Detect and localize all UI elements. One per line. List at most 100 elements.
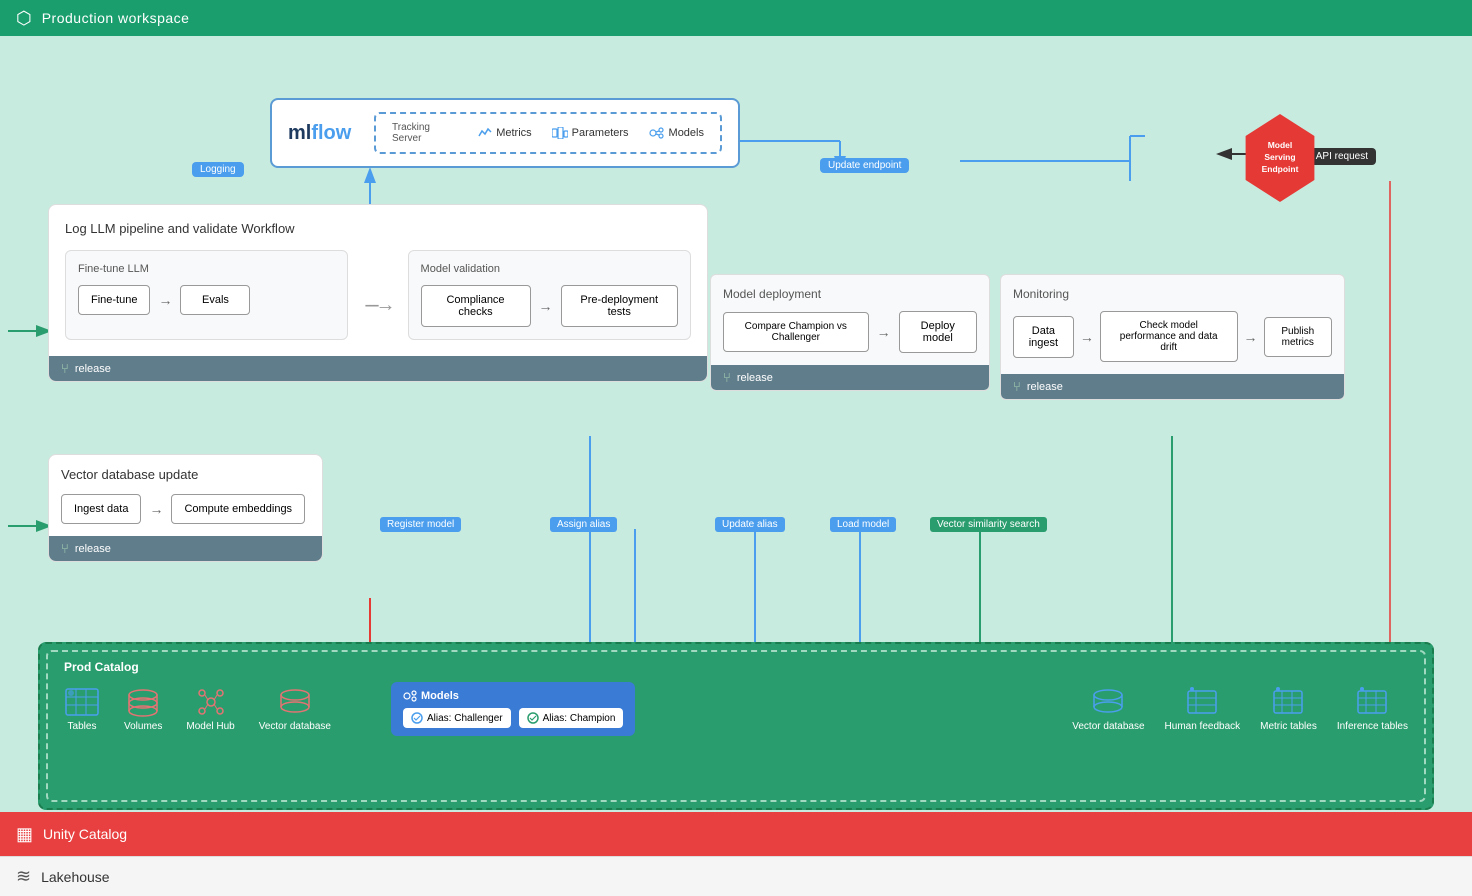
parameters-icon (552, 127, 568, 139)
deploy-release-icon: ⑂ (723, 370, 731, 385)
lakehouse-title: Lakehouse (41, 869, 110, 885)
deployment-content: Compare Champion vs Challenger → Deploy … (723, 311, 977, 353)
models-box-icon (403, 690, 417, 702)
challenger-icon (411, 712, 423, 724)
vector-release-label: release (75, 543, 111, 555)
deploy-model-box: Deploy model (899, 311, 977, 353)
fine-tune-content: Fine-tune → Evals (78, 285, 335, 315)
mlflow-tracking: Tracking Server Metrics Parameters Model… (374, 112, 722, 154)
monitoring-release-label: release (1027, 381, 1063, 393)
monitoring-title: Monitoring (1013, 287, 1332, 301)
update-alias-tag: Update alias (715, 516, 785, 530)
prod-catalog-container: Prod Catalog Tables (38, 642, 1434, 810)
workflow-panels: Fine-tune LLM Fine-tune → Evals - - -→ M… (65, 250, 691, 340)
workflow-release-bar: ⑂ release (49, 356, 707, 381)
deployment-body: Model deployment Compare Champion vs Cha… (711, 275, 989, 365)
logging-badge: Logging (192, 162, 244, 177)
mlflow-container: mlflow Tracking Server Metrics Parameter… (270, 98, 740, 168)
unity-catalog-icon: ▦ (16, 824, 33, 845)
workspace-icon: ⬡ (16, 8, 32, 29)
alias-challenger: Alias: Challenger (403, 708, 511, 728)
catalog-item-vectordb-right: Vector database (1072, 687, 1144, 732)
workspace-title: Production workspace (42, 10, 190, 26)
validation-panel: Model validation Compliance checks → Pre… (408, 250, 691, 340)
mlflow-box: mlflow Tracking Server Metrics Parameter… (270, 98, 740, 168)
vectordb-left-label: Vector database (259, 721, 331, 732)
dashed-arrow-connector: - - -→ (364, 250, 391, 340)
main-content: mlflow Tracking Server Metrics Parameter… (0, 36, 1472, 812)
vec-release-icon: ⑂ (61, 541, 69, 556)
mon-release-icon: ⑂ (1013, 379, 1021, 394)
workflow-body: Log LLM pipeline and validate Workflow F… (49, 205, 707, 356)
vector-title: Vector database update (61, 467, 310, 482)
mon-arrow1: → (1080, 329, 1094, 345)
catalog-content: Tables Volumes (64, 682, 1408, 736)
models-title: Models (403, 690, 623, 702)
vector-body: Vector database update Ingest data → Com… (49, 455, 322, 536)
vector-content: Ingest data → Compute embeddings (61, 494, 310, 524)
unity-catalog-bar: ▦ Unity Catalog (0, 812, 1472, 856)
fine-tune-title: Fine-tune LLM (78, 263, 335, 275)
metric-tables-icon (1272, 687, 1304, 717)
serving-text: Model Serving Endpoint (1262, 140, 1299, 176)
champion-icon (527, 712, 539, 724)
workflow-section: Log LLM pipeline and validate Workflow F… (48, 204, 708, 382)
catalog-right-items: Vector database Human feedback (1072, 687, 1408, 732)
champion-challenger-box: Compare Champion vs Challenger (723, 312, 869, 352)
workflow-release-label: release (75, 363, 111, 375)
tables-icon (64, 687, 100, 717)
ingest-data-box: Ingest data (61, 494, 141, 524)
pre-deploy-box: Pre-deployment tests (561, 285, 679, 327)
monitoring-content: Data ingest → Check model performance an… (1013, 311, 1332, 362)
fine-tune-panel: Fine-tune LLM Fine-tune → Evals (65, 250, 348, 340)
vec-arrow: → (149, 501, 163, 517)
evals-box: Evals (180, 285, 250, 315)
compute-embed-box: Compute embeddings (171, 494, 305, 524)
deployment-title: Model deployment (723, 287, 977, 301)
val-arrow: → (539, 298, 553, 314)
monitoring-body: Monitoring Data ingest → Check model per… (1001, 275, 1344, 374)
metric-tables-label: Metric tables (1260, 721, 1317, 732)
fine-tune-box: Fine-tune (78, 285, 150, 315)
tracking-server-label: Tracking Server (392, 122, 458, 144)
deploy-arrow: → (877, 324, 891, 340)
validation-content: Compliance checks → Pre-deployment tests (421, 285, 678, 327)
compliance-box: Compliance checks (421, 285, 531, 327)
vector-db-left-icon (279, 687, 311, 717)
catalog-item-modelhub: Model Hub (186, 687, 234, 732)
metrics-icon (478, 126, 492, 140)
mlflow-parameters: Parameters (552, 127, 629, 139)
unity-catalog-title: Unity Catalog (43, 826, 127, 842)
deployment-release-label: release (737, 372, 773, 384)
deployment-release-bar: ⑂ release (711, 365, 989, 390)
human-feedback-label: Human feedback (1165, 721, 1241, 732)
catalog-item-tables: Tables (64, 687, 100, 732)
model-serving-endpoint: Model Serving Endpoint (1240, 114, 1320, 202)
mlflow-metrics: Metrics (478, 126, 531, 140)
volumes-label: Volumes (124, 721, 162, 732)
models-icon (649, 126, 665, 140)
vector-section: Vector database update Ingest data → Com… (48, 454, 323, 562)
load-model-tag: Load model (830, 516, 896, 530)
ft-arrow: → (158, 292, 172, 308)
catalog-left-items: Tables Volumes (64, 687, 331, 732)
catalog-item-vectordb: Vector database (259, 687, 331, 732)
workflow-title: Log LLM pipeline and validate Workflow (65, 221, 691, 236)
models-box: Models Alias: Challenger Alias: Champion (391, 682, 635, 736)
vector-release-bar: ⑂ release (49, 536, 322, 561)
check-perf-box: Check model performance and data drift (1100, 311, 1238, 362)
alias-items: Alias: Challenger Alias: Champion (403, 708, 623, 728)
validation-title: Model validation (421, 263, 678, 275)
prod-catalog-inner: Prod Catalog Tables (46, 650, 1426, 802)
register-model-tag: Register model (380, 516, 461, 530)
volumes-icon (127, 687, 159, 717)
workflow-release-icon: ⑂ (61, 361, 69, 376)
mlflow-logo: mlflow (288, 122, 358, 145)
lakehouse-bar: ≋ Lakehouse (0, 856, 1472, 896)
alias-champion: Alias: Champion (519, 708, 624, 728)
catalog-item-metric-tables: Metric tables (1260, 687, 1317, 732)
lakehouse-icon: ≋ (16, 866, 31, 887)
vector-db-right-icon (1092, 687, 1124, 717)
data-ingest-box: Data ingest (1013, 316, 1074, 358)
mon-arrow2: → (1244, 329, 1258, 345)
